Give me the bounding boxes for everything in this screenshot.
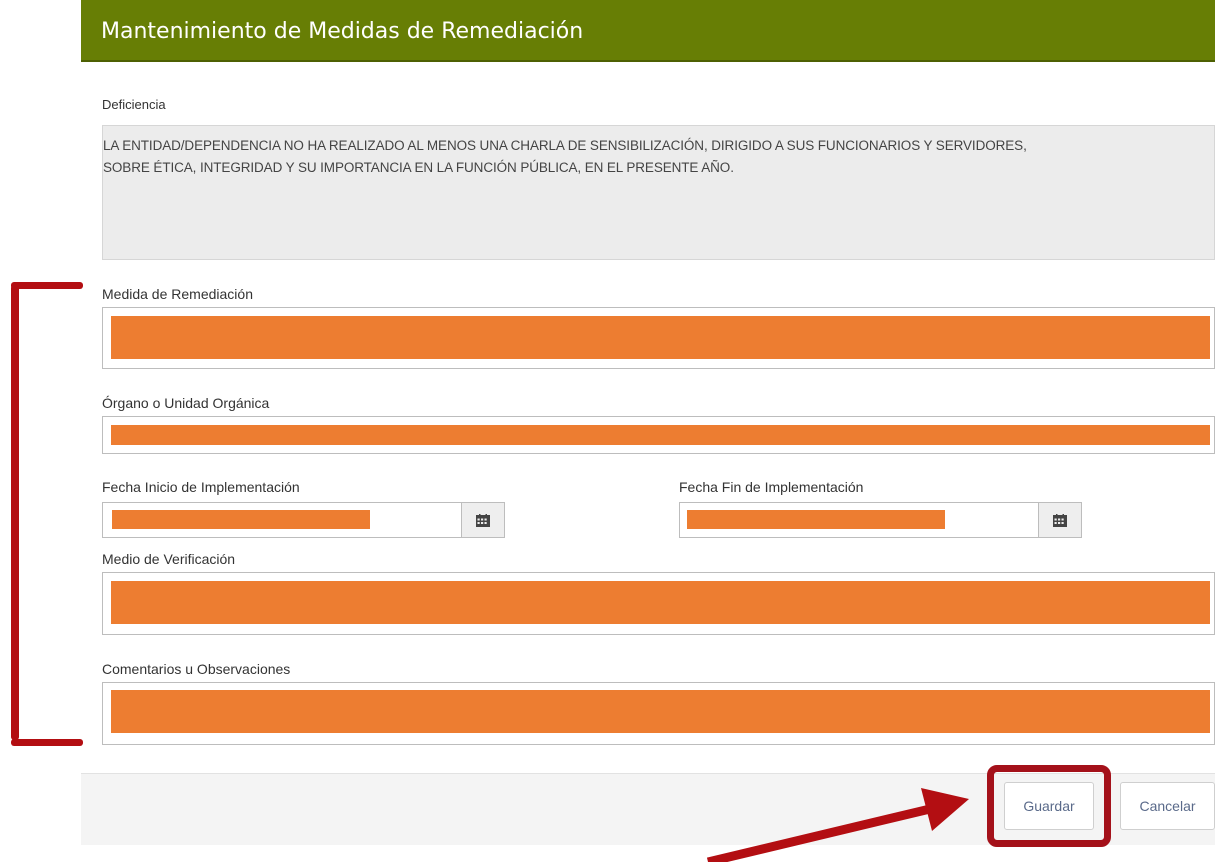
arrow-head: [921, 788, 969, 831]
arrow-shaft: [706, 804, 932, 862]
annotation-arrow: [706, 788, 969, 862]
